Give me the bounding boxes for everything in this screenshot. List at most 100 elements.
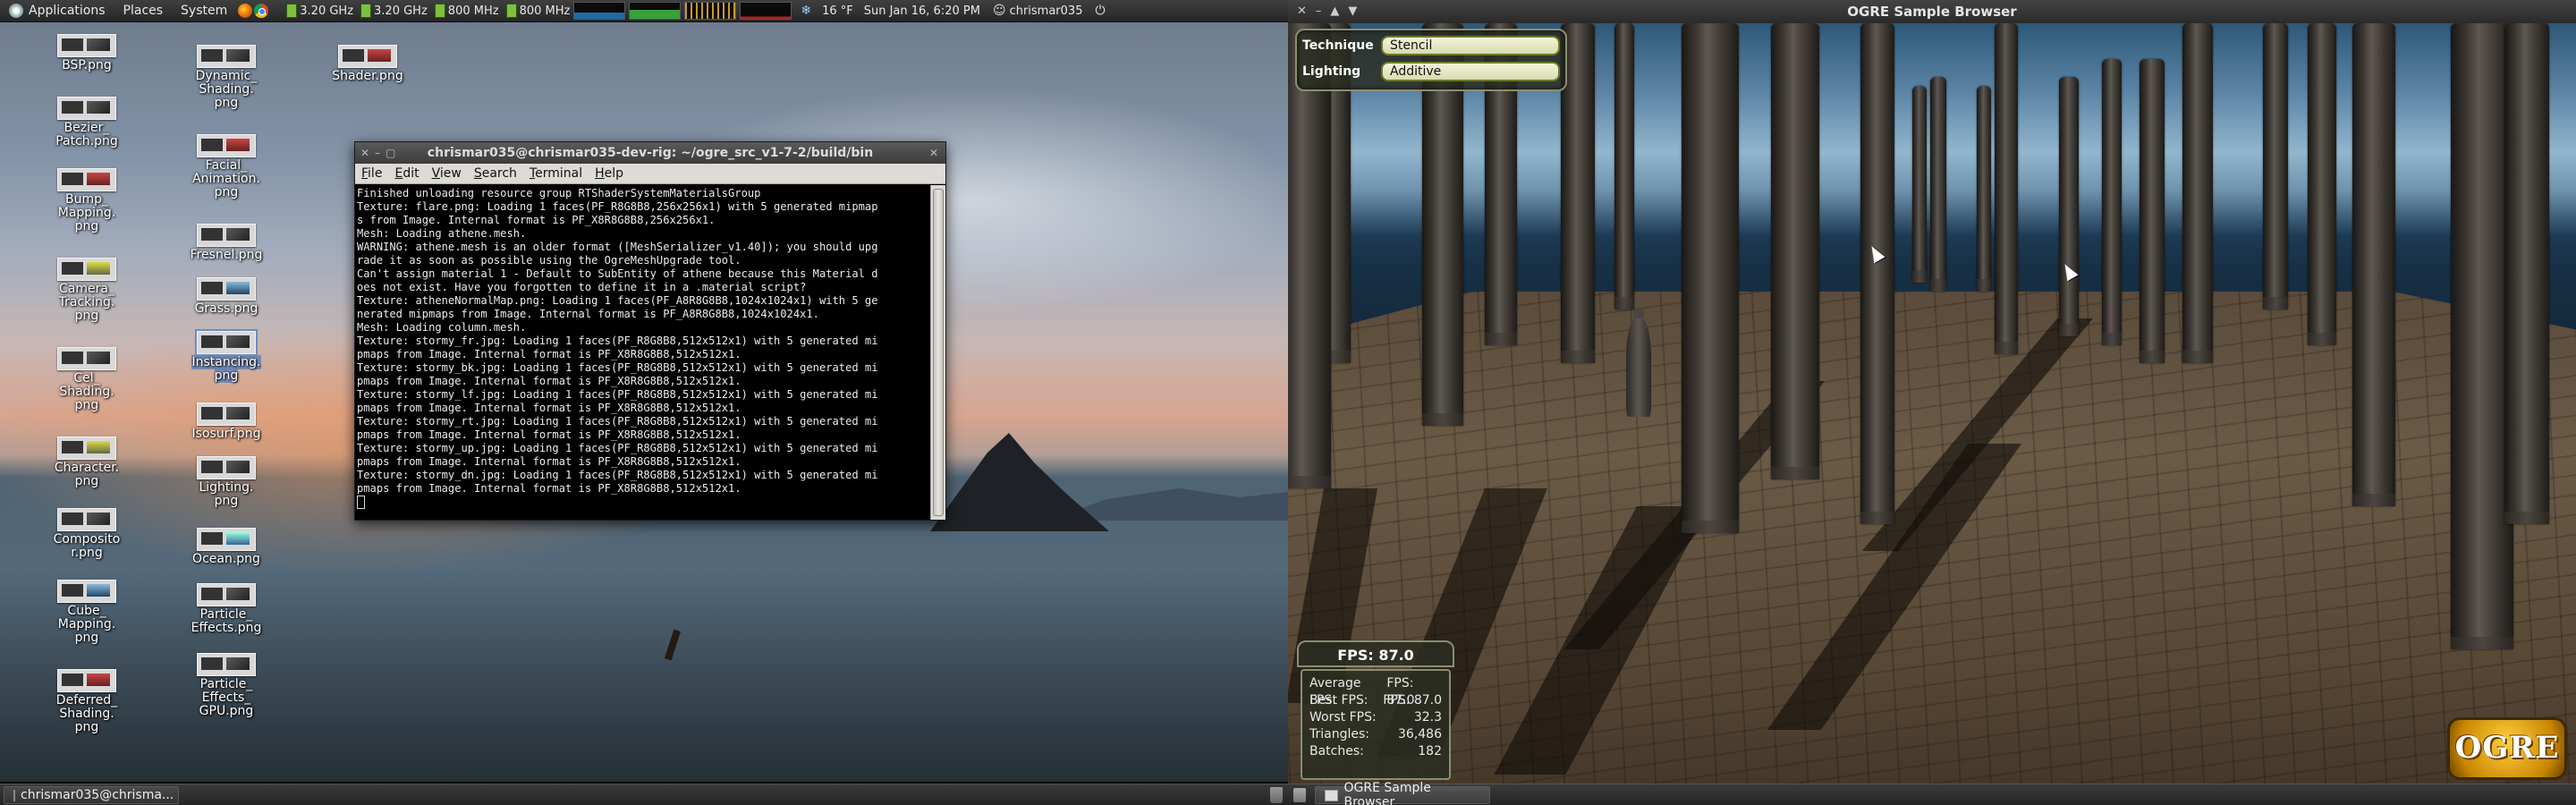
pillar <box>1860 23 1894 524</box>
menu-help[interactable]: Help <box>589 166 630 181</box>
close-icon[interactable]: ✕ <box>929 142 938 164</box>
pillar <box>2263 23 2288 309</box>
terminal-line: Texture: stormy_up.jpg: Loading 1 faces(… <box>357 442 878 454</box>
terminal-scrollbar[interactable] <box>930 185 945 520</box>
desktop-icon-facial[interactable]: Facial_ Animation. png <box>186 134 267 199</box>
image-thumbnail-icon <box>197 277 256 301</box>
show-desktop-icon[interactable] <box>1293 788 1306 802</box>
technique-row[interactable]: Technique Stencil <box>1302 35 1560 56</box>
cpu-freq-3[interactable]: 800 MHz <box>434 4 499 18</box>
stat-row: Worst FPS: 32.3 <box>1309 710 1442 724</box>
technique-select[interactable]: Stencil <box>1381 36 1560 55</box>
desktop-icon-dynamic-shading[interactable]: Dynamic_ Shading. png <box>186 45 267 110</box>
image-thumbnail-icon <box>197 528 256 551</box>
menu-system[interactable]: System <box>172 4 236 18</box>
desktop-icon-cel[interactable]: Cel_ Shading. png <box>47 347 127 412</box>
cpu-monitor-graph[interactable] <box>740 2 792 20</box>
desktop-icon-lighting[interactable]: Lighting. png <box>186 456 267 508</box>
stat-row: Batches: 182 <box>1309 744 1442 758</box>
network-monitor-graph[interactable] <box>573 2 626 20</box>
weather-icon[interactable]: ❄ <box>801 4 811 18</box>
image-thumbnail-icon <box>197 134 256 157</box>
desktop-icon-compositor[interactable]: Composito r.png <box>47 508 127 560</box>
athene-statue <box>1626 318 1651 417</box>
window-controls[interactable]: ✕–▲▼ <box>1297 0 1366 23</box>
ogre-window-titlebar[interactable]: ✕–▲▼ OGRE Sample Browser <box>1288 0 2576 23</box>
taskbar-terminal[interactable]: chrismar035@chrisma... <box>4 786 179 804</box>
terminal-line: oes not exist. Have you forgotten to def… <box>357 281 807 293</box>
desktop-icon-particle[interactable]: Particle_ Effects.png <box>186 583 267 635</box>
memory-monitor-graph[interactable] <box>629 2 682 20</box>
terminal-line: Mesh: Loading column.mesh. <box>357 321 527 334</box>
desktop-icon-shader[interactable]: Shader.png <box>327 45 408 83</box>
fps-title[interactable]: FPS: 87.0 <box>1297 640 1454 667</box>
pillar <box>1977 86 1991 292</box>
terminal-line: Texture: stormy_rt.jpg: Loading 1 faces(… <box>357 415 878 428</box>
desktop-icon-isosurf[interactable]: Isosurf.png <box>186 402 267 441</box>
terminal-line: Texture: stormy_bk.jpg: Loading 1 faces(… <box>357 361 878 374</box>
menu-search[interactable]: Search <box>468 166 523 181</box>
terminal-prompt[interactable] <box>357 496 929 509</box>
stat-row: Average FPS: FPS: 87.0 <box>1309 676 1415 708</box>
image-thumbnail-icon <box>338 45 397 68</box>
pillar <box>2352 23 2395 506</box>
terminal-line: Finished unloading resource group RTShad… <box>357 187 761 199</box>
desktop-icon-instancing[interactable]: Instancing. png <box>186 329 267 383</box>
menu-view[interactable]: View <box>426 166 468 181</box>
desktop-icon-bump[interactable]: Bump_ Mapping. png <box>47 168 127 233</box>
right-screen: ✕–▲▼ OGRE Sample Browser Technique Stenc… <box>1288 0 2576 805</box>
image-thumbnail-icon <box>57 258 116 281</box>
window-controls[interactable]: ✕–▢ <box>360 142 401 164</box>
cpu-icon <box>360 4 372 18</box>
terminal-line: pmaps from Image. Internal format is PF_… <box>357 375 741 387</box>
ogre-3d-viewport[interactable]: Technique Stencil Lighting Additive FPS:… <box>1288 23 2576 784</box>
desktop-icon-bsp[interactable]: BSP.png <box>47 34 127 72</box>
cpu-freq-1[interactable]: 3.20 GHz <box>286 4 353 18</box>
terminal-menubar: File Edit View Search Terminal Help <box>355 164 945 184</box>
desktop-icon-grass[interactable]: Grass.png <box>186 277 267 316</box>
load-monitor-graph[interactable] <box>684 2 737 20</box>
cpu-freq-4[interactable]: 800 MHz <box>505 4 570 18</box>
trash-icon[interactable] <box>1270 787 1283 803</box>
desktop-icon-particle-gpu[interactable]: Particle_ Effects_ GPU.png <box>186 653 267 718</box>
desktop-icon-character[interactable]: Character. png <box>47 436 127 488</box>
pillar <box>1682 23 1739 533</box>
power-icon[interactable]: ⏻ <box>1095 4 1105 18</box>
desktop-icon-cube[interactable]: Cube_ Mapping. png <box>47 580 127 645</box>
image-thumbnail-icon <box>57 34 116 57</box>
chrome-launcher-icon[interactable] <box>254 4 269 18</box>
scrollbar-thumb[interactable] <box>933 189 944 516</box>
image-thumbnail-icon <box>195 329 258 356</box>
wallpaper-post <box>664 629 682 661</box>
firefox-launcher-icon[interactable] <box>238 4 253 18</box>
user-menu[interactable]: chrismar035 <box>1010 4 1083 18</box>
menu-terminal[interactable]: Terminal <box>523 166 589 181</box>
window-icon <box>1325 789 1339 801</box>
menu-places[interactable]: Places <box>114 4 173 18</box>
terminal-output[interactable]: Finished unloading resource group RTShad… <box>355 185 931 520</box>
desktop-icon-deferred[interactable]: Deferred_ Shading. png <box>47 669 127 734</box>
clock[interactable]: Sun Jan 16, 6:20 PM <box>864 4 980 18</box>
bottom-panel-right: OGRE Sample Browser <box>1288 781 2576 805</box>
pillar <box>2504 23 2549 524</box>
lighting-row[interactable]: Lighting Additive <box>1302 61 1560 82</box>
cpu-icon <box>286 4 298 18</box>
weather-temp[interactable]: 16 °F <box>822 4 853 18</box>
lighting-select[interactable]: Additive <box>1381 62 1560 81</box>
desktop-icon-fresnel[interactable]: Fresnel.png <box>186 224 267 262</box>
taskbar-ogre[interactable]: OGRE Sample Browser <box>1315 781 1490 805</box>
desktop-icon-bezier[interactable]: Bezier_ Patch.png <box>47 97 127 148</box>
cpu-freq-2[interactable]: 3.20 GHz <box>360 4 428 18</box>
menu-edit[interactable]: Edit <box>388 166 425 181</box>
menu-file[interactable]: File <box>355 166 388 181</box>
menu-applications[interactable]: Applications <box>0 4 114 18</box>
text-cursor-icon <box>357 496 365 509</box>
terminal-titlebar[interactable]: ✕–▢ chrismar035@chrismar035-dev-rig: ~/o… <box>355 142 945 164</box>
desktop-icon-camera[interactable]: Camera_ Tracking. png <box>47 258 127 323</box>
pillar <box>2182 23 2213 363</box>
desktop-icon-ocean[interactable]: Ocean.png <box>186 528 267 566</box>
lighting-label: Lighting <box>1302 64 1361 79</box>
pillar <box>2102 59 2122 345</box>
cpu-icon <box>505 4 517 18</box>
terminal-window[interactable]: ✕–▢ chrismar035@chrismar035-dev-rig: ~/o… <box>354 141 946 521</box>
